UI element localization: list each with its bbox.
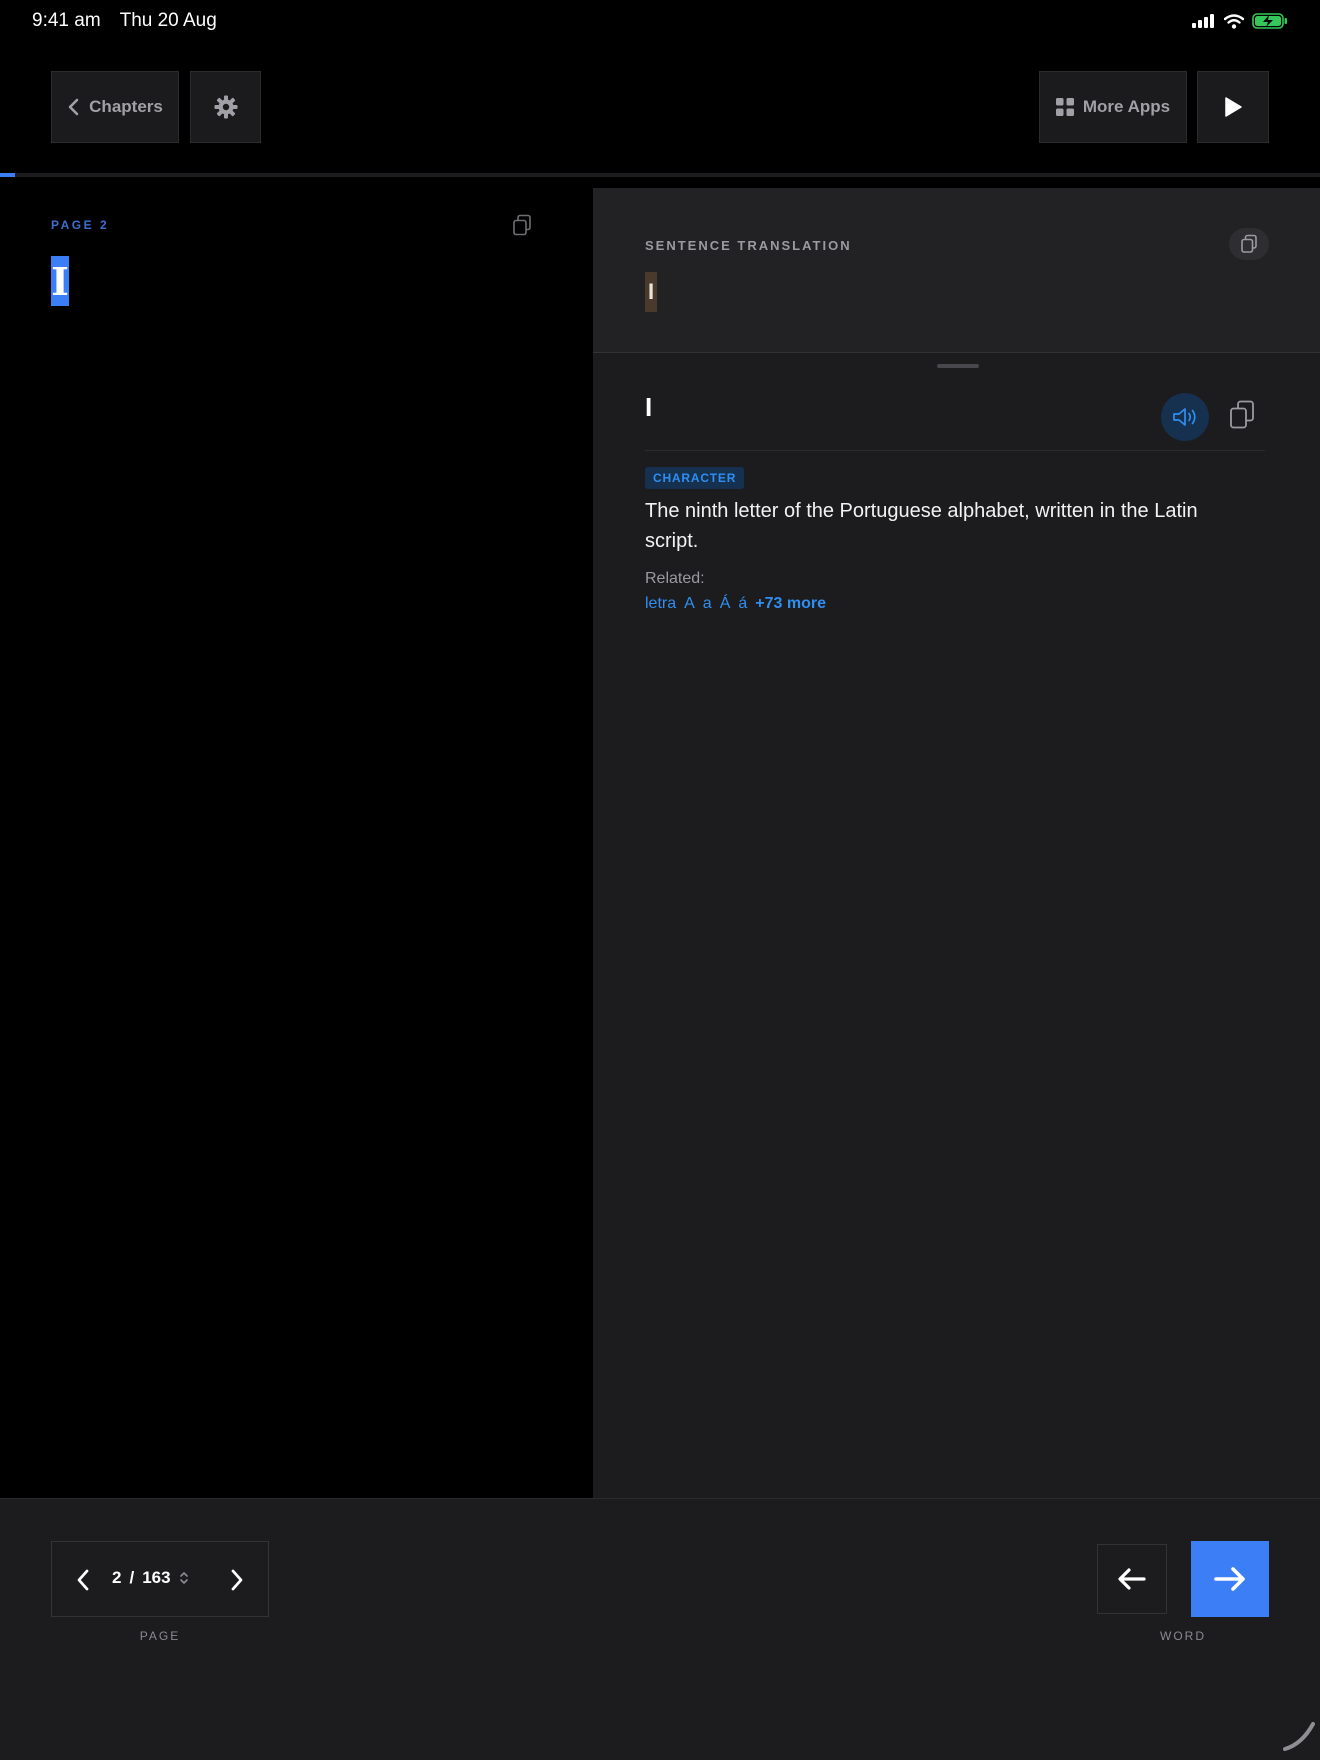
arrow-left-icon — [1118, 1568, 1146, 1590]
related-word-link[interactable]: A — [684, 595, 695, 613]
panel-drag-handle[interactable] — [937, 364, 979, 368]
page-copy-button[interactable] — [512, 214, 532, 241]
chevron-right-icon — [231, 1569, 243, 1591]
page-separator: / — [129, 1568, 135, 1587]
definition-text: The ninth letter of the Portuguese alpha… — [645, 500, 1198, 552]
status-left: 9:41 am Thu 20 Aug — [32, 10, 231, 32]
related-word-link[interactable]: a — [703, 595, 712, 613]
part-of-speech-badge: CHARACTER — [645, 467, 745, 489]
reading-progress-fill — [0, 173, 15, 177]
chapters-button[interactable]: Chapters — [51, 71, 179, 143]
sentence-translation-box: SENTENCE TRANSLATION I — [593, 188, 1320, 353]
status-date: Thu 20 Aug — [119, 10, 217, 31]
sentence-translation-label: SENTENCE TRANSLATION — [645, 238, 852, 253]
chevron-up-down-icon — [179, 1572, 188, 1584]
related-more-link[interactable]: +73 more — [755, 595, 826, 613]
more-apps-button[interactable]: More Apps — [1039, 71, 1187, 143]
reading-progress-bar — [0, 173, 1320, 177]
page-pager-label: PAGE — [139, 1629, 181, 1643]
related-word-link[interactable]: á — [738, 595, 747, 613]
wifi-icon — [1224, 13, 1244, 29]
previous-page-button[interactable] — [68, 1564, 98, 1596]
dictionary-divider — [645, 450, 1265, 451]
translation-panel: SENTENCE TRANSLATION I I CHARACTER The n… — [593, 188, 1320, 1498]
page-selector[interactable]: 2 / 163 — [112, 1568, 189, 1588]
arrow-right-icon — [1214, 1567, 1245, 1591]
copy-icon — [1241, 234, 1257, 253]
settings-button[interactable] — [190, 71, 261, 143]
related-words: letra A a Á á +73 more — [645, 595, 826, 613]
next-page-button[interactable] — [222, 1564, 252, 1596]
related-word-link[interactable]: letra — [645, 595, 676, 613]
chevron-left-icon — [68, 98, 79, 116]
page-label: PAGE 2 — [51, 218, 110, 232]
status-time: 9:41 am — [32, 10, 101, 31]
word-copy-button[interactable] — [1229, 400, 1255, 435]
highlighted-word[interactable]: I — [51, 256, 69, 306]
play-button[interactable] — [1197, 71, 1269, 143]
related-word-link[interactable]: Á — [720, 595, 731, 613]
previous-word-button[interactable] — [1097, 1544, 1167, 1614]
gear-icon — [214, 95, 237, 119]
grid-icon — [1055, 98, 1074, 116]
page-pager: 2 / 163 — [51, 1541, 269, 1617]
total-pages: 163 — [142, 1568, 171, 1587]
chevron-left-icon — [77, 1569, 89, 1591]
reader-panel: PAGE 2 I — [0, 188, 593, 1498]
word-nav-label: WORD — [1160, 1629, 1206, 1643]
copy-icon — [513, 214, 531, 236]
chapters-label: Chapters — [89, 97, 163, 116]
dictionary-headword: I — [645, 392, 653, 422]
cellular-signal-icon — [1192, 14, 1214, 28]
status-right — [1192, 13, 1288, 29]
more-apps-label: More Apps — [1082, 97, 1171, 116]
current-page: 2 — [112, 1568, 122, 1587]
speaker-icon — [1173, 408, 1196, 426]
battery-charging-icon — [1252, 13, 1287, 29]
pronounce-button[interactable] — [1161, 393, 1209, 441]
translation-copy-button[interactable] — [1229, 228, 1269, 260]
bottom-bar: 2 / 163 PAGE WORD — [0, 1498, 1320, 1760]
toolbar: Chapters More Apps — [0, 70, 1320, 146]
next-word-button[interactable] — [1191, 1541, 1269, 1617]
related-label: Related: — [645, 570, 705, 587]
translation-text: I — [645, 272, 657, 312]
status-bar: 9:41 am Thu 20 Aug — [0, 0, 1320, 42]
copy-icon — [1230, 400, 1254, 429]
home-indicator-icon — [1283, 1722, 1315, 1751]
play-icon — [1225, 97, 1242, 117]
